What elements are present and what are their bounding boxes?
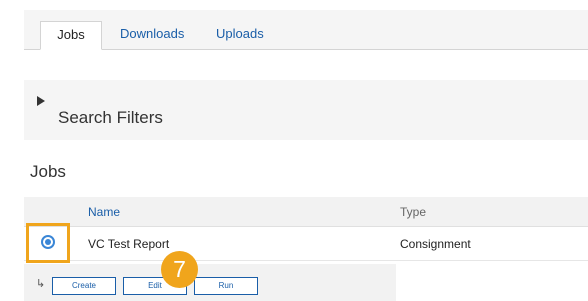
tab-jobs[interactable]: Jobs: [40, 21, 102, 50]
return-arrow-icon: ↳: [36, 278, 46, 290]
search-filters-panel: Search Filters: [24, 80, 588, 140]
tab-uploads[interactable]: Uploads: [216, 21, 264, 50]
create-button[interactable]: Create: [52, 277, 116, 295]
search-filters-title[interactable]: Search Filters: [58, 108, 163, 128]
step-number-badge: 7: [161, 251, 198, 288]
jobs-action-toolbar: ↳ Create Edit Run: [24, 264, 396, 301]
job-name-cell: VC Test Report: [88, 237, 170, 251]
callout-highlight-box: [26, 223, 70, 263]
column-header-type[interactable]: Type: [400, 205, 426, 219]
job-type-cell: Consignment: [400, 237, 471, 251]
caret-right-icon[interactable]: [37, 96, 45, 106]
column-header-name[interactable]: Name: [88, 205, 120, 219]
tab-bar: Jobs Downloads Uploads: [24, 10, 588, 50]
table-row[interactable]: VC Test Report Consignment: [24, 227, 588, 261]
run-button[interactable]: Run: [194, 277, 258, 295]
jobs-table-header: Name Type: [24, 197, 588, 227]
jobs-section-title: Jobs: [30, 162, 66, 181]
tab-downloads[interactable]: Downloads: [120, 21, 184, 50]
